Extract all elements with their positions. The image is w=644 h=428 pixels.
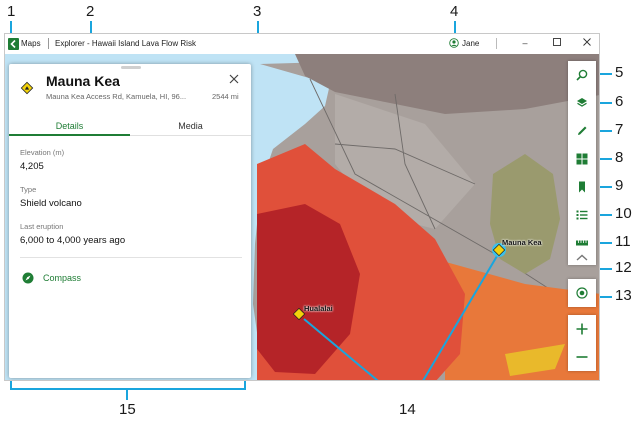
callout-14: 14	[399, 401, 416, 418]
legend-list-icon	[576, 210, 588, 220]
callout-15: 15	[119, 401, 136, 418]
search-button[interactable]	[568, 61, 596, 89]
user-name[interactable]: Jane	[462, 39, 479, 48]
bookmarks-button[interactable]	[568, 173, 596, 201]
field-value-type: Shield volcano	[20, 198, 82, 209]
callout-12: 12	[615, 259, 632, 276]
app-name: Maps	[21, 39, 41, 48]
place-distance: 2544 mi	[212, 92, 239, 101]
callout-line-10	[600, 214, 612, 216]
title-separator	[48, 38, 49, 49]
draw-button[interactable]	[568, 117, 596, 145]
zoom-controls	[568, 315, 596, 371]
search-icon	[576, 69, 588, 81]
place-title: Mauna Kea	[46, 73, 120, 89]
user-avatar-icon[interactable]	[449, 38, 459, 48]
callout-13: 13	[615, 287, 632, 304]
close-panel-icon[interactable]	[227, 72, 241, 86]
compass-link[interactable]: Compass	[43, 273, 81, 283]
callout-line-8	[600, 158, 612, 160]
app-window: Maps Explorer - Hawaii Island Lava Flow …	[4, 33, 600, 381]
field-value-last-eruption: 6,000 to 4,000 years ago	[20, 235, 126, 246]
callout-4: 4	[450, 3, 459, 20]
callout-line-15-stem	[126, 388, 128, 400]
window-title: Explorer - Hawaii Island Lava Flow Risk	[55, 39, 196, 48]
callout-line-7	[600, 130, 612, 132]
maximize-icon	[553, 38, 561, 46]
place-address: Mauna Kea Access Rd, Kamuela, HI, 96...	[46, 92, 187, 101]
collapse-chevron-icon	[576, 254, 588, 261]
map-toolbar	[568, 61, 596, 265]
field-value-elevation: 4,205	[20, 161, 44, 172]
close-window-button[interactable]	[580, 37, 594, 50]
panel-tabs: Details Media	[9, 116, 251, 136]
panel-divider	[20, 257, 242, 258]
callout-1: 1	[7, 3, 16, 20]
callout-line-6	[600, 102, 612, 104]
callout-8: 8	[615, 149, 624, 166]
close-icon	[583, 38, 591, 46]
callout-2: 2	[86, 3, 95, 20]
locate-me-button[interactable]	[568, 279, 596, 307]
tab-media[interactable]: Media	[130, 116, 251, 136]
callout-11: 11	[615, 233, 631, 250]
callout-line-12	[600, 268, 612, 270]
place-info-panel: Mauna Kea Mauna Kea Access Rd, Kamuela, …	[9, 64, 251, 378]
zoom-out-button[interactable]	[568, 343, 596, 371]
field-label-type: Type	[20, 185, 37, 194]
map-label-mauna-kea: Mauna Kea	[502, 238, 542, 247]
callout-line-13	[600, 296, 612, 298]
collapse-toolbar-button[interactable]	[568, 254, 596, 265]
maximize-button[interactable]	[550, 37, 564, 50]
plus-icon	[576, 323, 588, 335]
locate-icon	[576, 287, 588, 299]
annotated-screenshot: 1 2 3 4 5 6 7 8 9 10 11 12 13 14 15 Maps…	[0, 0, 644, 428]
callout-7: 7	[615, 121, 624, 138]
basemap-button[interactable]	[568, 145, 596, 173]
map-label-hualalai: Hualalai	[304, 304, 333, 313]
field-label-elevation: Elevation (m)	[20, 148, 65, 157]
tab-details[interactable]: Details	[9, 116, 130, 136]
volcano-place-icon	[20, 81, 34, 95]
title-bar: Maps Explorer - Hawaii Island Lava Flow …	[5, 34, 599, 54]
callout-line-11	[600, 242, 612, 244]
callout-line-9	[600, 186, 612, 188]
minus-icon	[576, 356, 588, 358]
basemap-grid-icon	[576, 153, 588, 165]
minimize-button[interactable]: –	[518, 37, 532, 50]
callout-10: 10	[615, 205, 632, 222]
panel-drag-handle[interactable]	[121, 66, 141, 69]
callout-line-1	[10, 21, 12, 33]
layers-icon	[577, 98, 587, 107]
legend-button[interactable]	[568, 201, 596, 229]
zoom-in-button[interactable]	[568, 315, 596, 343]
field-label-last-eruption: Last eruption	[20, 222, 64, 231]
pen-icon	[578, 126, 587, 135]
title-controls-separator	[496, 38, 497, 49]
callout-9: 9	[615, 177, 624, 194]
callout-line-4	[454, 21, 456, 33]
measure-button[interactable]	[568, 229, 596, 257]
callout-6: 6	[615, 93, 624, 110]
back-button[interactable]	[8, 38, 19, 50]
back-arrow-icon	[10, 40, 16, 48]
measure-ruler-icon	[576, 240, 588, 246]
layers-button[interactable]	[568, 89, 596, 117]
callout-3: 3	[253, 3, 262, 20]
compass-icon[interactable]	[22, 272, 34, 284]
callout-5: 5	[615, 64, 624, 81]
callout-line-2	[90, 21, 92, 33]
bookmark-icon	[579, 181, 585, 193]
callout-line-5	[600, 73, 612, 75]
callout-line-15-bar	[10, 388, 246, 390]
